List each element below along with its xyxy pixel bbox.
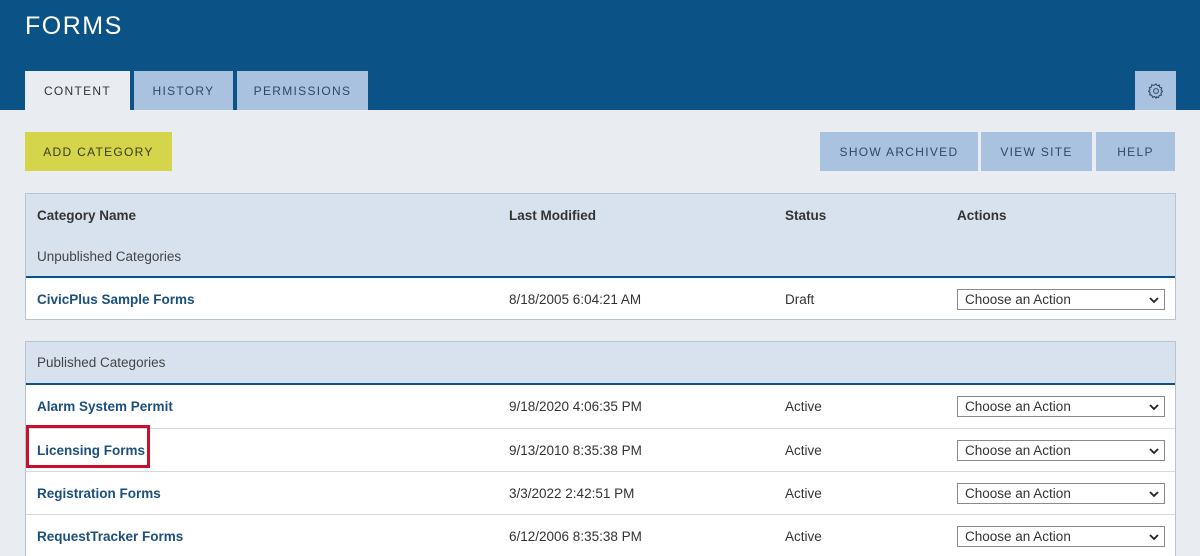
table-row: RequestTracker Forms 6/12/2006 8:35:38 P… bbox=[26, 514, 1175, 556]
category-link[interactable]: Registration Forms bbox=[37, 472, 161, 514]
published-header: Published Categories bbox=[26, 342, 1175, 385]
column-last-modified: Last Modified bbox=[509, 208, 596, 223]
published-categories-panel: Published Categories Alarm System Permit… bbox=[25, 341, 1176, 556]
status: Active bbox=[785, 528, 822, 544]
last-modified: 9/13/2010 8:35:38 PM bbox=[509, 442, 642, 458]
action-select[interactable]: Choose an Action bbox=[957, 440, 1165, 461]
show-archived-button[interactable]: SHOW ARCHIVED bbox=[820, 132, 978, 171]
table-row: Licensing Forms 9/13/2010 8:35:38 PM Act… bbox=[26, 428, 1175, 471]
action-select[interactable]: Choose an Action bbox=[957, 396, 1165, 417]
table-row: Registration Forms 3/3/2022 2:42:51 PM A… bbox=[26, 471, 1175, 514]
last-modified: 6/12/2006 8:35:38 PM bbox=[509, 528, 642, 544]
published-categories-label: Published Categories bbox=[37, 355, 166, 370]
action-select-value: Choose an Action bbox=[965, 443, 1071, 458]
page-header: FORMS CONTENT HISTORY PERMISSIONS bbox=[0, 0, 1200, 110]
status: Active bbox=[785, 442, 822, 458]
action-select-value: Choose an Action bbox=[965, 529, 1071, 544]
status: Active bbox=[785, 398, 822, 414]
chevron-down-icon bbox=[1149, 534, 1159, 541]
tab-permissions[interactable]: PERMISSIONS bbox=[237, 71, 368, 110]
last-modified: 8/18/2005 6:04:21 AM bbox=[509, 291, 642, 307]
action-select-value: Choose an Action bbox=[965, 292, 1071, 307]
status: Active bbox=[785, 485, 822, 501]
table-row: CivicPlus Sample Forms 8/18/2005 6:04:21… bbox=[26, 278, 1175, 321]
category-link[interactable]: Licensing Forms bbox=[37, 429, 145, 471]
chevron-down-icon bbox=[1149, 404, 1159, 411]
tab-content[interactable]: CONTENT bbox=[25, 71, 130, 110]
action-select[interactable]: Choose an Action bbox=[957, 289, 1165, 310]
status: Draft bbox=[785, 291, 815, 307]
category-link[interactable]: RequestTracker Forms bbox=[37, 515, 183, 556]
unpublished-categories-label: Unpublished Categories bbox=[37, 249, 182, 264]
action-select[interactable]: Choose an Action bbox=[957, 483, 1165, 504]
view-site-button[interactable]: VIEW SITE bbox=[981, 132, 1092, 171]
page-title: FORMS bbox=[25, 12, 123, 40]
table-header: Category Name Last Modified Status Actio… bbox=[26, 194, 1175, 278]
published-rows: Alarm System Permit 9/18/2020 4:06:35 PM… bbox=[26, 385, 1175, 556]
column-actions: Actions bbox=[957, 208, 1007, 223]
last-modified: 3/3/2022 2:42:51 PM bbox=[509, 485, 635, 501]
tab-history[interactable]: HISTORY bbox=[134, 71, 233, 110]
chevron-down-icon bbox=[1149, 448, 1159, 455]
action-select-value: Choose an Action bbox=[965, 486, 1071, 501]
chevron-down-icon bbox=[1149, 491, 1159, 498]
column-status: Status bbox=[785, 208, 827, 223]
category-link[interactable]: Alarm System Permit bbox=[37, 385, 173, 427]
add-category-button[interactable]: ADD CATEGORY bbox=[25, 132, 172, 171]
gear-icon bbox=[1147, 82, 1163, 99]
settings-button[interactable] bbox=[1135, 71, 1176, 110]
help-button[interactable]: HELP bbox=[1096, 132, 1175, 171]
chevron-down-icon bbox=[1149, 297, 1159, 304]
action-select-value: Choose an Action bbox=[965, 399, 1071, 414]
category-link[interactable]: CivicPlus Sample Forms bbox=[37, 278, 195, 320]
table-row: Alarm System Permit 9/18/2020 4:06:35 PM… bbox=[26, 385, 1175, 428]
action-select[interactable]: Choose an Action bbox=[957, 526, 1165, 547]
column-category-name: Category Name bbox=[37, 208, 137, 223]
unpublished-rows: CivicPlus Sample Forms 8/18/2005 6:04:21… bbox=[26, 278, 1175, 321]
unpublished-categories-panel: Category Name Last Modified Status Actio… bbox=[25, 193, 1176, 320]
last-modified: 9/18/2020 4:06:35 PM bbox=[509, 398, 642, 414]
